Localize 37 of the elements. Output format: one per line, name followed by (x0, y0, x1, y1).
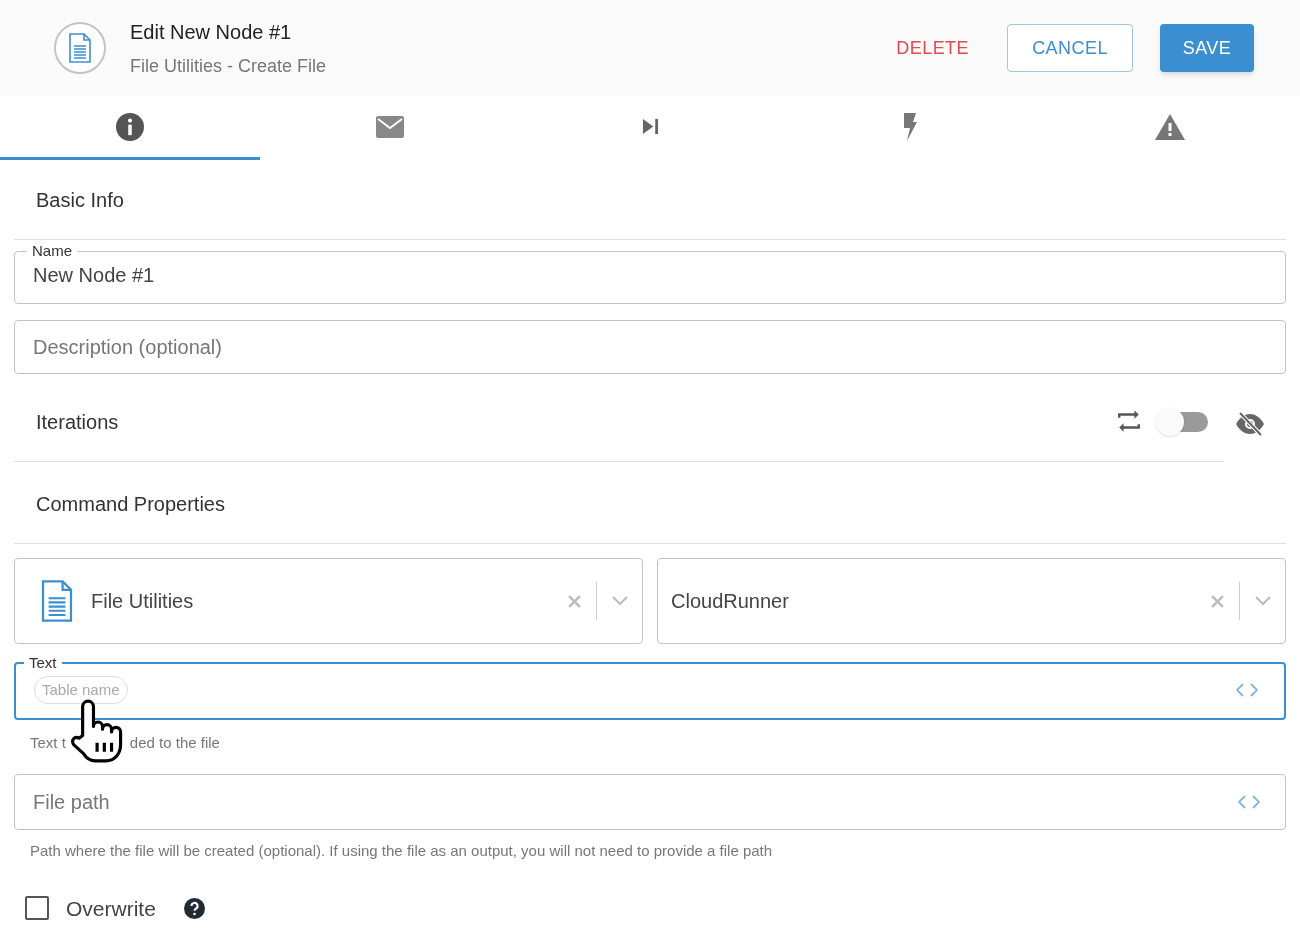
warning-icon (1155, 113, 1185, 140)
checkbox[interactable] (25, 896, 49, 921)
help-icon[interactable] (183, 897, 205, 919)
iterations-toggle[interactable] (1156, 408, 1208, 436)
field-label: Name (31, 242, 73, 260)
select-value: CloudRunner (671, 589, 790, 614)
code-icon[interactable] (1238, 795, 1260, 809)
mail-icon (376, 115, 404, 138)
helper-text: Text t (30, 733, 66, 750)
repeat-icon (1116, 408, 1142, 434)
section-heading: Iterations (35, 409, 119, 435)
section-heading: Basic Info (35, 187, 124, 213)
dialog-subtitle: File Utilities - Create File (130, 54, 328, 78)
code-icon[interactable] (1236, 683, 1258, 697)
helper-text: Path where the file will be created (optional). If using the file as an output, you will not need to provide a file path (29, 841, 774, 861)
skip-next-icon (641, 118, 659, 135)
document-icon (39, 580, 75, 622)
clear-icon[interactable] (1211, 594, 1224, 608)
chevron-down-icon[interactable] (612, 596, 628, 606)
select-value: File Utilities (91, 589, 195, 614)
delete-button[interactable]: DELETE (876, 24, 989, 72)
field-label: Text (28, 654, 58, 672)
checkbox-label: Overwrite (66, 895, 156, 922)
chevron-down-icon[interactable] (1255, 596, 1271, 606)
document-icon (68, 33, 92, 63)
section-heading: Command Properties (35, 491, 225, 517)
select-field[interactable]: File Utilities (14, 558, 643, 644)
select-field[interactable]: CloudRunner (657, 558, 1286, 644)
lightning-bolt-icon (903, 112, 917, 141)
description-field[interactable]: Description (optional) (14, 320, 1286, 374)
info-icon (116, 112, 144, 141)
hidden-eye-icon[interactable] (1235, 412, 1265, 436)
field-value: New Node #1 (33, 263, 156, 288)
dialog-title: Edit New Node #1 (130, 19, 293, 45)
file-path-field[interactable]: File path (14, 774, 1286, 830)
helper-text: ded to the file (129, 733, 220, 750)
clear-icon[interactable] (568, 594, 581, 608)
